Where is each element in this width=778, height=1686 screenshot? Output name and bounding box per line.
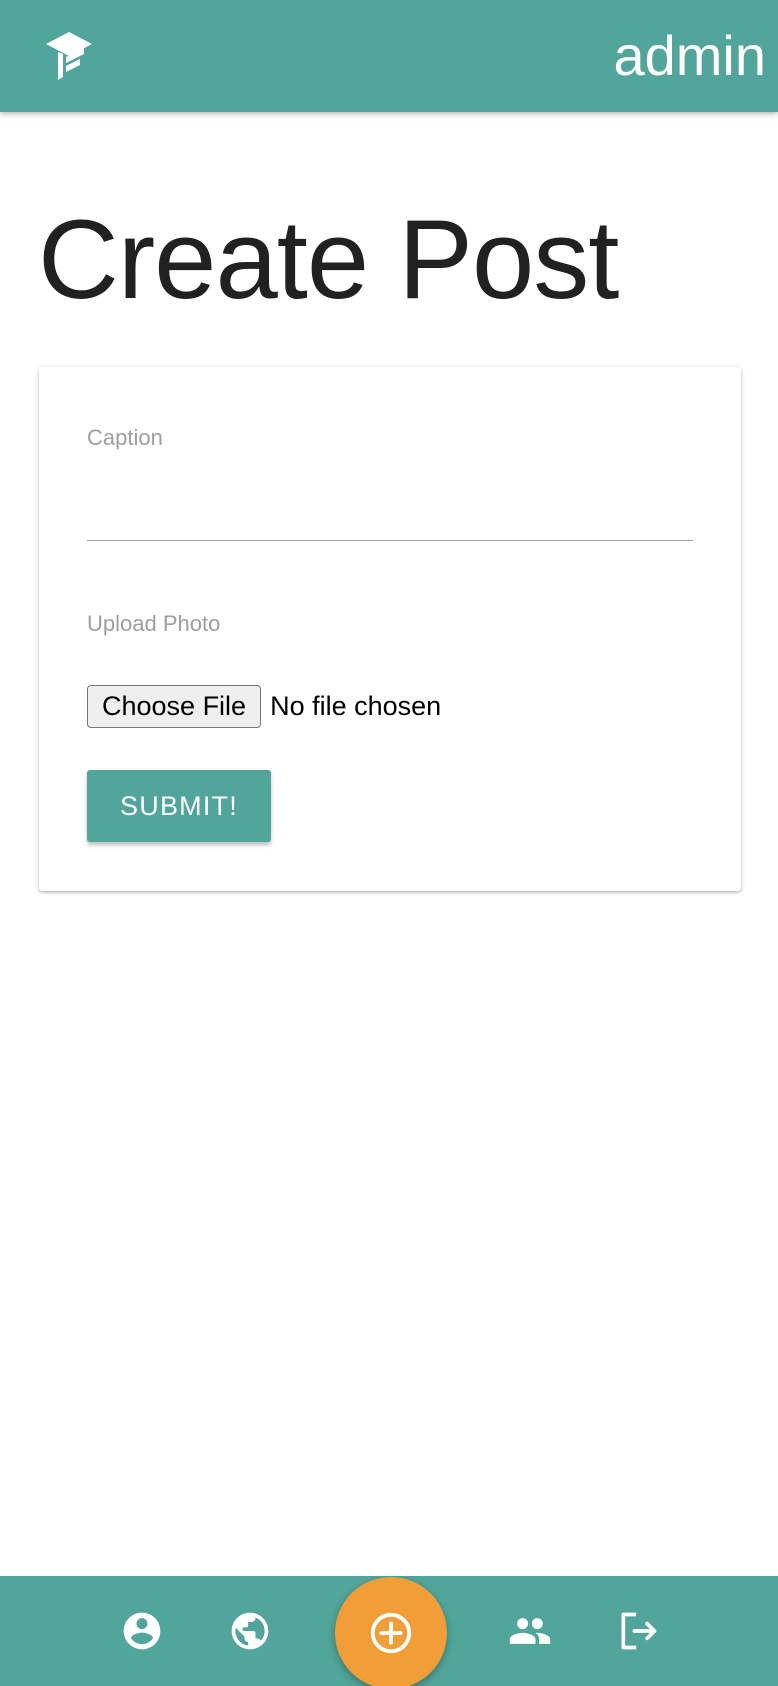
nav-friends-button[interactable] [495,1576,565,1686]
file-status-text: No file chosen [270,691,442,721]
caption-label: Caption [87,425,163,450]
logout-icon [621,1612,657,1650]
add-circle-icon [370,1612,412,1654]
submit-button[interactable]: SUBMIT! [87,770,271,842]
top-app-bar: admin [0,0,778,112]
nav-profile-button[interactable] [107,1576,177,1686]
globe-icon [231,1612,269,1650]
account-circle-icon [123,1612,161,1650]
upload-photo-label: Upload Photo [87,611,221,636]
choose-file-button[interactable]: Choose File [87,685,262,728]
create-post-card: Caption Upload Photo Choose File No file… [39,367,741,891]
username-label[interactable]: admin [613,24,766,88]
nav-logout-button[interactable] [603,1576,673,1686]
app-root: admin Create Post Caption Upload Photo C… [0,0,778,1686]
nav-explore-button[interactable] [215,1576,285,1686]
page-title: Create Post [38,197,619,322]
graduation-cap-logo-icon[interactable] [44,30,94,82]
file-input[interactable]: Choose File No file chosen [87,685,441,728]
caption-input[interactable] [87,457,693,541]
nav-create-post-button[interactable] [335,1577,447,1686]
people-icon [509,1618,551,1644]
